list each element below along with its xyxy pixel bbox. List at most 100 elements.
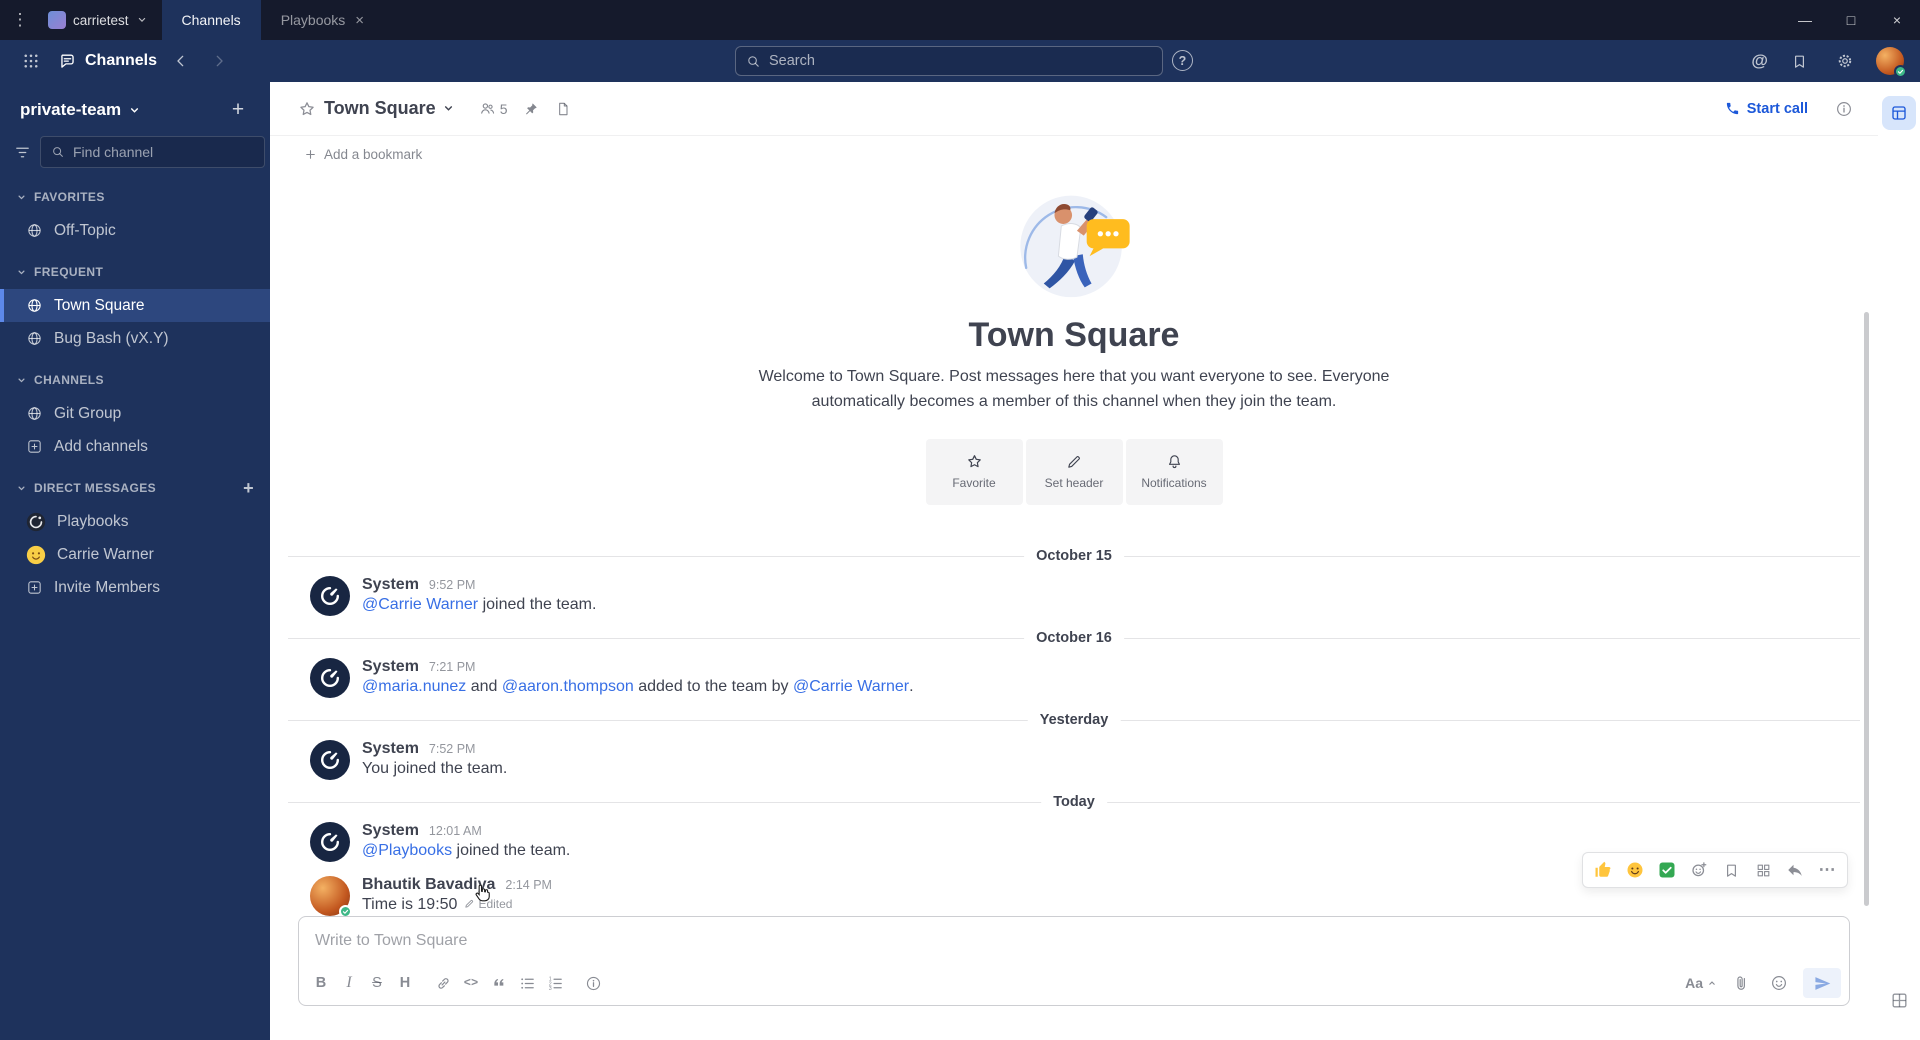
- tab-playbooks[interactable]: Playbooks ×: [261, 0, 384, 40]
- send-message-button[interactable]: [1803, 968, 1841, 998]
- saved-posts-icon[interactable]: [1784, 46, 1814, 76]
- message-author[interactable]: System: [362, 658, 419, 676]
- sidebar-item-town-square[interactable]: Town Square: [0, 289, 270, 322]
- tab-close-icon[interactable]: ×: [355, 12, 364, 29]
- reaction-smile-button[interactable]: [1620, 856, 1650, 884]
- message-author[interactable]: Bhautik Bavadiya: [362, 876, 495, 894]
- intro-favorite-button[interactable]: Favorite: [925, 438, 1023, 505]
- add-reaction-button[interactable]: [1684, 856, 1714, 884]
- intro-set-header-button[interactable]: Set header: [1025, 438, 1123, 505]
- product-grid-icon[interactable]: [16, 46, 46, 76]
- filter-icon[interactable]: [14, 139, 31, 165]
- reaction-check-button[interactable]: [1652, 856, 1682, 884]
- more-actions-button[interactable]: ⋯: [1812, 856, 1842, 884]
- intro-notifications-button[interactable]: Notifications: [1125, 438, 1223, 505]
- message-author[interactable]: System: [362, 740, 419, 758]
- search-input[interactable]: [769, 53, 1152, 69]
- mention-link[interactable]: @Carrie Warner: [362, 596, 478, 614]
- sidebar-item-off-topic[interactable]: Off-Topic: [0, 214, 270, 247]
- settings-gear-icon[interactable]: [1830, 46, 1860, 76]
- favorite-star-icon[interactable]: [292, 94, 322, 124]
- channel-info-icon[interactable]: [1830, 95, 1858, 123]
- mention-link[interactable]: @Carrie Warner: [793, 678, 909, 696]
- channel-intro-description: Welcome to Town Square. Post messages he…: [758, 368, 1390, 410]
- history-forward-button[interactable]: [205, 47, 233, 75]
- numbered-list-button[interactable]: 123: [541, 970, 569, 996]
- reaction-thumbsup-button[interactable]: [1588, 856, 1618, 884]
- section-label: FREQUENT: [34, 265, 104, 279]
- toggle-formatting-button[interactable]: Aa: [1685, 975, 1717, 991]
- apps-bar-active-item-icon[interactable]: [1882, 96, 1916, 130]
- find-channel-box[interactable]: [40, 136, 265, 168]
- add-channels-plus-button[interactable]: +: [224, 96, 252, 124]
- chevron-down-icon: [131, 107, 139, 113]
- server-selector[interactable]: carrietest: [40, 0, 162, 40]
- bhautik-avatar[interactable]: [310, 876, 352, 916]
- quote-button[interactable]: [485, 970, 513, 996]
- message-text: joined the team.: [452, 842, 571, 859]
- add-bookmark-label: Add a bookmark: [324, 146, 423, 162]
- start-call-button[interactable]: Start call: [1717, 96, 1816, 122]
- carrie-warner-avatar: [26, 545, 46, 565]
- formatting-help-icon[interactable]: [579, 970, 607, 996]
- sidebar-item-invite-members[interactable]: Invite Members: [0, 571, 270, 604]
- find-channel-input[interactable]: [73, 144, 254, 160]
- message-text: joined the team.: [478, 596, 597, 613]
- italic-button[interactable]: I: [335, 970, 363, 996]
- channel-intro: Town Square Welcome to Town Square. Post…: [270, 172, 1878, 542]
- attach-file-button[interactable]: [1727, 970, 1755, 996]
- search-box[interactable]: [735, 46, 1163, 76]
- history-back-button[interactable]: [167, 47, 195, 75]
- channel-name-menu[interactable]: Town Square: [324, 98, 455, 119]
- find-channel-row: [0, 136, 270, 168]
- table-grid-icon[interactable]: [1890, 991, 1909, 1010]
- product-switcher[interactable]: Channels: [58, 52, 157, 71]
- emoji-picker-button[interactable]: [1765, 970, 1793, 996]
- user-message[interactable]: Bhautik Bavadiya 2:14 PM Time is 19:50 Ed…: [270, 852, 1878, 916]
- heading-button[interactable]: H: [391, 970, 419, 996]
- section-direct-messages[interactable]: DIRECT MESSAGES +: [0, 471, 270, 505]
- team-menu-button[interactable]: private-team: [20, 100, 141, 120]
- sidebar-item-dm-playbooks[interactable]: Playbooks: [0, 505, 270, 538]
- sidebar-item-add-channels[interactable]: Add channels: [0, 430, 270, 463]
- help-icon[interactable]: ?: [1172, 50, 1193, 71]
- mentions-icon[interactable]: @: [1751, 51, 1768, 71]
- close-button[interactable]: ×: [1874, 0, 1920, 40]
- edited-indicator[interactable]: Edited: [464, 897, 512, 911]
- mention-link[interactable]: @Playbooks: [362, 842, 452, 860]
- mattermost-app: ⋮ carrietest Channels Playbooks × — □ ×: [0, 0, 1920, 1040]
- strikethrough-button[interactable]: S: [363, 970, 391, 996]
- system-message: System 9:52 PM @Carrie Warner joined the …: [270, 570, 1878, 624]
- message-actions-button[interactable]: [1748, 856, 1778, 884]
- bullet-list-button[interactable]: [513, 970, 541, 996]
- section-frequent[interactable]: FREQUENT: [0, 255, 270, 289]
- channels-product-icon: [61, 53, 74, 68]
- maximize-button[interactable]: □: [1828, 0, 1874, 40]
- section-favorites[interactable]: FAVORITES: [0, 180, 270, 214]
- user-avatar[interactable]: [1876, 47, 1907, 78]
- code-button[interactable]: <>: [457, 970, 485, 996]
- sidebar-item-bug-bash[interactable]: Bug Bash (vX.Y): [0, 322, 270, 355]
- reply-button[interactable]: [1780, 856, 1810, 884]
- channel-files-button[interactable]: [549, 95, 577, 123]
- tab-channels[interactable]: Channels: [161, 0, 261, 40]
- sidebar-item-dm-carrie-warner[interactable]: Carrie Warner: [0, 538, 270, 571]
- section-channels[interactable]: CHANNELS: [0, 363, 270, 397]
- minimize-button[interactable]: —: [1782, 0, 1828, 40]
- bold-button[interactable]: B: [307, 970, 335, 996]
- save-post-button[interactable]: [1716, 856, 1746, 884]
- add-dm-button[interactable]: +: [243, 478, 254, 499]
- message-input[interactable]: [299, 917, 1849, 965]
- mention-link[interactable]: @maria.nunez: [362, 678, 466, 696]
- message-author[interactable]: System: [362, 822, 419, 840]
- mention-link[interactable]: @aaron.thompson: [502, 678, 634, 696]
- pinned-posts-button[interactable]: [517, 95, 545, 123]
- link-button[interactable]: [429, 970, 457, 996]
- app-menu-icon[interactable]: ⋮: [0, 0, 40, 40]
- message-author[interactable]: System: [362, 576, 419, 594]
- sidebar-item-git-group[interactable]: Git Group: [0, 397, 270, 430]
- members-button[interactable]: 5: [473, 95, 514, 123]
- add-bookmark-button[interactable]: Add a bookmark: [296, 143, 430, 166]
- message-scrollbar[interactable]: [1864, 312, 1869, 906]
- system-message: System 7:52 PM You joined the team.: [270, 734, 1878, 788]
